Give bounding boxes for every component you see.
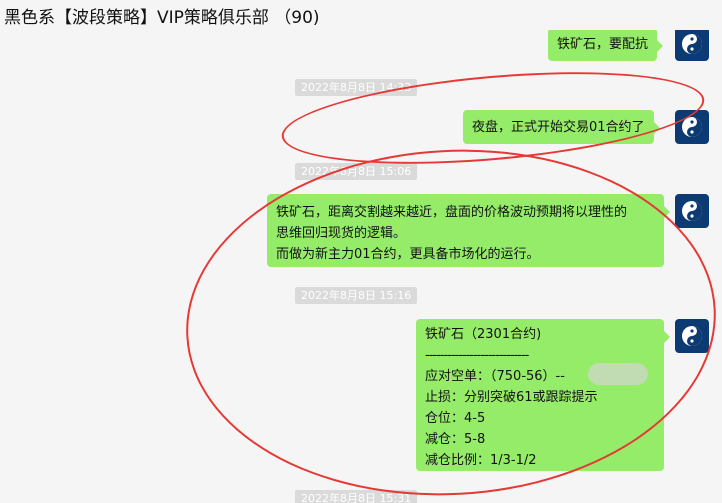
- avatar[interactable]: [675, 110, 709, 144]
- message-bubble[interactable]: 夜盘，正式开始交易01合约了: [463, 110, 660, 144]
- avatar[interactable]: [675, 194, 709, 228]
- avatar[interactable]: [675, 27, 709, 61]
- message-line: 铁矿石，距离交割越来越近，盘面的价格波动预期将以理性的: [276, 205, 628, 220]
- chat-title: 黑色系【波段策略】VIP策略俱乐部 （90): [4, 8, 320, 28]
- message-line: 止损：分别突破61或跟踪提示: [425, 390, 598, 405]
- message-line: 而做为新主力01合约，更具备市场化的运行。: [276, 247, 540, 262]
- timestamp: 2022年8月8日 15:31: [295, 490, 418, 503]
- message-line: 仓位：4-5: [425, 411, 486, 426]
- yin-yang-icon: [682, 326, 702, 346]
- message-text: 夜盘，正式开始交易01合约了: [472, 120, 645, 135]
- timestamp: 2022年8月8日 15:16: [295, 287, 418, 304]
- yin-yang-icon: [682, 34, 702, 54]
- message-line: 铁矿石（2301合约): [425, 327, 542, 342]
- timestamp: 2022年8月8日 14:33: [295, 79, 418, 96]
- message-line: 减仓：5-8: [425, 432, 486, 447]
- message-line: 思维回归现货的逻辑。: [276, 226, 407, 241]
- message-text: 铁矿石，要配抗: [557, 37, 649, 52]
- message-bubble[interactable]: 铁矿石，距离交割越来越近，盘面的价格波动预期将以理性的 思维回归现货的逻辑。 而…: [267, 194, 670, 267]
- message-bubble[interactable]: 铁矿石（2301合约) ----------------------------…: [416, 319, 670, 471]
- timestamp: 2022年8月8日 15:06: [295, 163, 418, 180]
- redacted-blur: [588, 363, 648, 385]
- chat-area: 铁矿石，要配抗 2022年8月8日 14:33 夜盘，正式开始交易01合约了 2…: [0, 0, 722, 503]
- title-bar: 黑色系【波段策略】VIP策略俱乐部 （90): [0, 0, 722, 30]
- message-line: 减仓比例：1/3-1/2: [425, 453, 537, 468]
- message-bubble[interactable]: 铁矿石，要配抗: [548, 28, 664, 61]
- yin-yang-icon: [682, 201, 702, 221]
- yin-yang-icon: [682, 117, 702, 137]
- avatar[interactable]: [675, 319, 709, 353]
